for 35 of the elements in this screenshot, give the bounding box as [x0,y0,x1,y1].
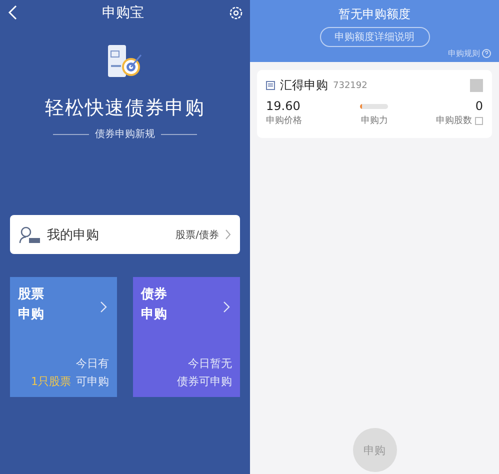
back-icon[interactable] [8,5,17,20]
tile-note: 1只股票 [31,374,71,390]
tile-note: 今日暂无 [188,356,232,372]
tile-title: 债券 [141,286,167,304]
filter-label: 股票/债券 [176,228,219,242]
stock-name: 汇得申购 [280,77,328,94]
chevron-icon [225,229,231,240]
quota-detail-button[interactable]: 申购额度详细说明 [320,27,430,47]
power-label: 申购力 [360,114,388,128]
rules-link[interactable]: 申购规则 [448,48,491,59]
tile-title: 股票 [18,286,44,304]
help-icon [482,49,491,58]
shares-label: 申购股数 [436,114,472,128]
nav-title: 申购宝 [102,4,144,22]
subscription-tile[interactable]: 债券 申购 今日暂无 债券可申购 [133,277,240,397]
tile-note: 今日有 [76,356,109,372]
subscription-tile[interactable]: 股票 申购 今日有 1只股票 可申购 [10,277,117,397]
tile-note: 可申购 [76,374,109,390]
shares-value: 0 [475,98,483,114]
stock-code: 732192 [333,80,368,90]
user-icon [19,226,41,244]
my-subscription-label: 我的申购 [47,226,100,244]
tile-note: 债券可申购 [177,374,232,390]
settings-icon[interactable] [229,6,243,20]
tile-title: 申购 [18,306,44,324]
quota-title: 暂无申购额度 [338,6,410,23]
hero-subtitle: 债券申购新规 [95,128,155,141]
tile-title: 申购 [141,306,167,324]
chevron-icon [223,301,230,313]
price-value: 19.60 [266,98,300,114]
document-icon [266,81,275,90]
hero-title: 轻松快速债券申购 [45,96,205,121]
price-label: 申购价格 [266,114,302,128]
my-subscription-card[interactable]: 我的申购 股票/债券 [10,215,240,254]
chevron-icon [100,301,107,313]
